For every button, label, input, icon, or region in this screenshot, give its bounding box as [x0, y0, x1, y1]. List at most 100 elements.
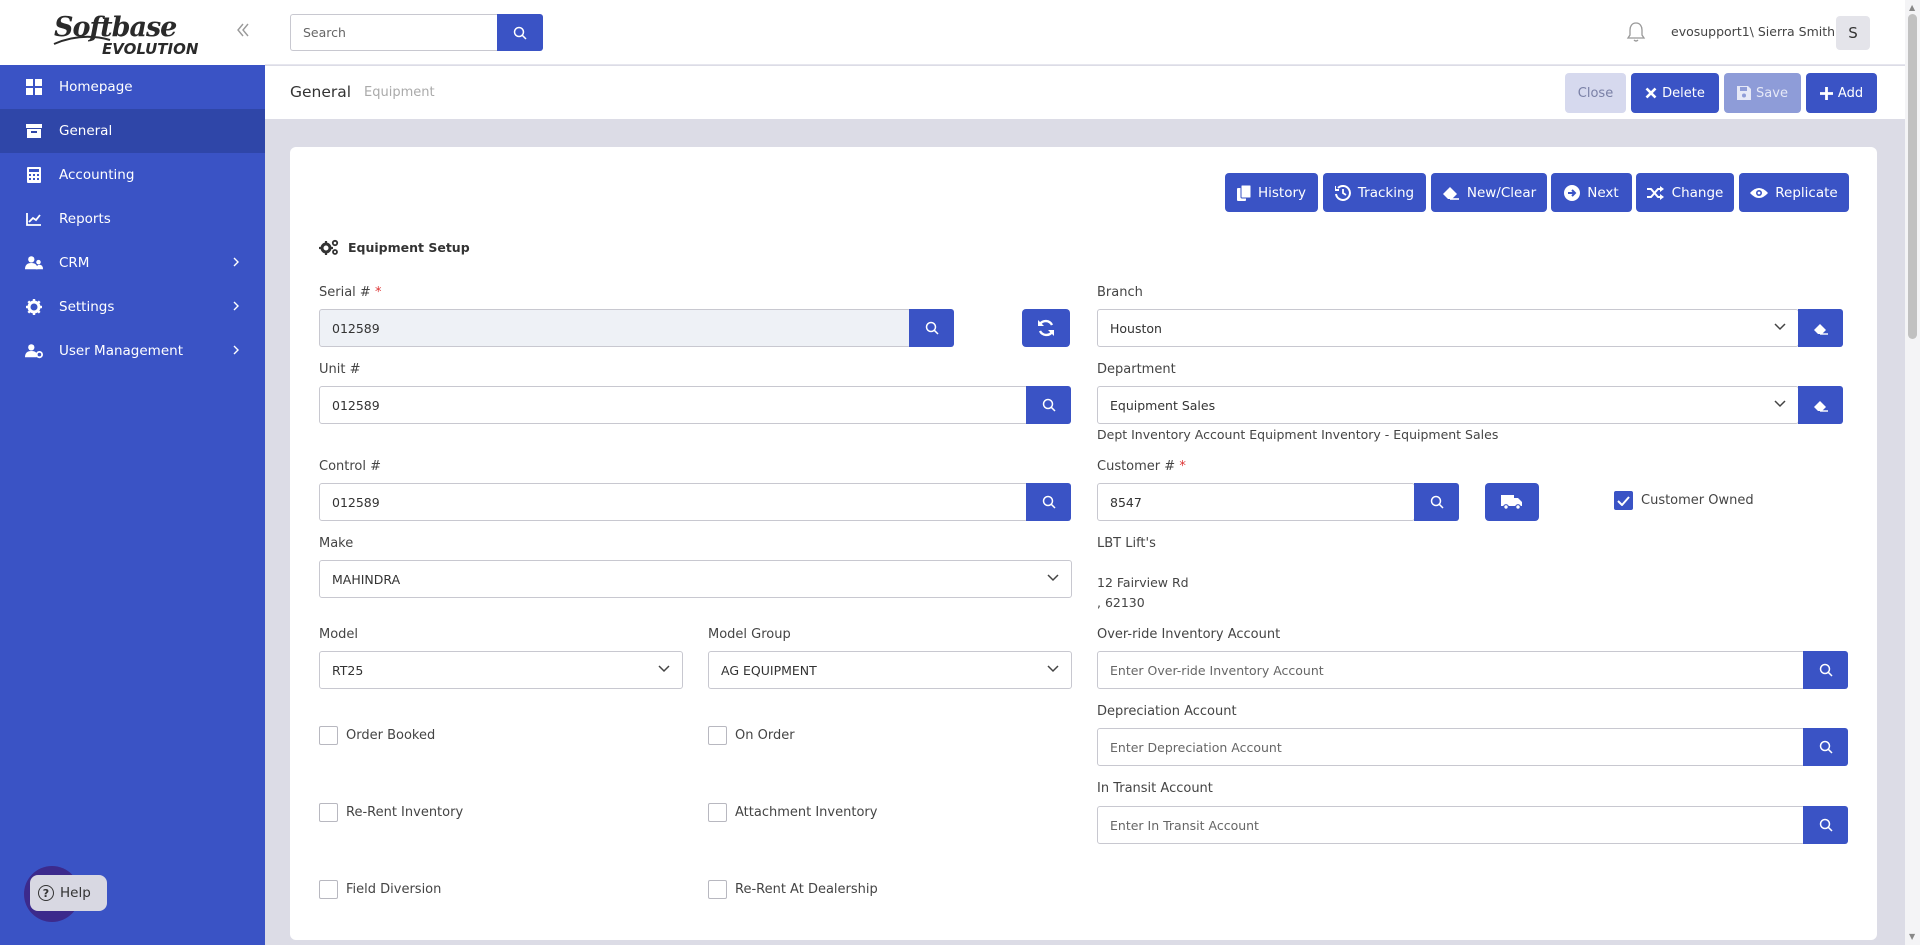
transit-input[interactable]: [1110, 807, 1804, 843]
help-label: Help: [60, 885, 91, 901]
customer-search-button[interactable]: [1414, 483, 1459, 521]
vertical-scrollbar[interactable]: ▲ ▼: [1905, 0, 1920, 945]
floppy-icon: [1737, 86, 1752, 100]
checkbox-box[interactable]: [708, 880, 727, 899]
on-order-checkbox[interactable]: On Order: [708, 726, 795, 745]
sidebar-nav: Homepage General Accounting Reports CRM: [0, 65, 265, 373]
unit-field[interactable]: 012589: [319, 386, 1028, 424]
sidebar-item-reports[interactable]: Reports: [0, 197, 265, 241]
field-diversion-checkbox[interactable]: Field Diversion: [319, 880, 441, 899]
scroll-down-icon[interactable]: ▼: [1909, 932, 1915, 941]
override-field[interactable]: [1097, 651, 1805, 689]
order-booked-checkbox[interactable]: Order Booked: [319, 726, 435, 745]
close-button[interactable]: Close: [1565, 73, 1626, 113]
new-clear-button[interactable]: New/Clear: [1431, 173, 1547, 212]
replicate-button[interactable]: Replicate: [1739, 173, 1849, 212]
customer-address-line2: , 62130: [1097, 595, 1145, 610]
depreciation-search-button[interactable]: [1803, 728, 1848, 766]
change-button[interactable]: Change: [1636, 173, 1734, 212]
shuffle-icon: [1646, 185, 1665, 200]
checkbox-box[interactable]: [319, 880, 338, 899]
checkbox-box[interactable]: [319, 726, 338, 745]
breadcrumb-page: Equipment: [364, 85, 435, 100]
attachment-inventory-label: Attachment Inventory: [735, 805, 878, 820]
logo-text-evolution: EVOLUTION: [102, 40, 199, 58]
customer-name: LBT Lift's: [1097, 536, 1156, 551]
dept-inventory-text: Dept Inventory Account Equipment Invento…: [1097, 427, 1499, 442]
depreciation-input[interactable]: [1110, 729, 1804, 765]
scroll-up-icon[interactable]: ▲: [1909, 3, 1915, 12]
delete-button[interactable]: Delete: [1631, 73, 1719, 113]
username[interactable]: evosupport1\ Sierra Smith: [1671, 24, 1835, 39]
sidebar-item-label: Reports: [59, 211, 111, 227]
chevron-down-icon: [658, 665, 670, 673]
sidebar-item-user-management[interactable]: User Management: [0, 329, 265, 373]
branch-clear-button[interactable]: [1798, 309, 1843, 347]
history-button[interactable]: History: [1225, 173, 1318, 212]
transit-field[interactable]: [1097, 806, 1805, 844]
serial-field[interactable]: 012589: [319, 309, 911, 347]
re-rent-dealership-checkbox[interactable]: Re-Rent At Dealership: [708, 880, 878, 899]
search-icon: [1042, 495, 1056, 509]
sidebar-item-accounting[interactable]: Accounting: [0, 153, 265, 197]
override-search-button[interactable]: [1803, 651, 1848, 689]
help-button[interactable]: ? Help: [30, 875, 107, 911]
customer-field[interactable]: 8547: [1097, 483, 1415, 521]
next-button[interactable]: Next: [1551, 173, 1632, 212]
override-input[interactable]: [1110, 652, 1804, 688]
next-label: Next: [1587, 184, 1619, 201]
grid-icon: [25, 78, 43, 96]
chevron-right-icon: [233, 345, 239, 355]
attachment-inventory-checkbox[interactable]: Attachment Inventory: [708, 803, 877, 822]
gear-icon: [25, 298, 43, 316]
search-icon: [1819, 818, 1833, 832]
breadcrumb-section[interactable]: General: [290, 83, 351, 101]
bell-icon[interactable]: [1626, 21, 1646, 47]
department-select[interactable]: Equipment Sales: [1097, 386, 1799, 424]
checkbox-box[interactable]: [708, 726, 727, 745]
checkbox-box[interactable]: [1614, 491, 1633, 510]
chevron-down-icon: [1774, 323, 1786, 331]
collapse-sidebar-icon[interactable]: [236, 22, 256, 42]
search-icon: [513, 26, 527, 40]
make-label: Make: [319, 536, 354, 551]
depreciation-field[interactable]: [1097, 728, 1805, 766]
branch-select[interactable]: Houston: [1097, 309, 1799, 347]
unit-search-button[interactable]: [1026, 386, 1071, 424]
serial-search-button[interactable]: [909, 309, 954, 347]
unit-label: Unit #: [319, 362, 361, 377]
make-select[interactable]: MAHINDRA: [319, 560, 1072, 598]
search-button[interactable]: [497, 14, 543, 51]
sidebar-item-homepage[interactable]: Homepage: [0, 65, 265, 109]
re-rent-inventory-checkbox[interactable]: Re-Rent Inventory: [319, 803, 463, 822]
refresh-button[interactable]: [1022, 309, 1070, 347]
control-label: Control #: [319, 459, 382, 474]
shipping-button[interactable]: [1485, 483, 1539, 521]
softbase-logo[interactable]: Softbase EVOLUTION: [52, 12, 202, 58]
sidebar-item-label: Homepage: [59, 79, 133, 95]
required-marker: *: [374, 285, 382, 300]
logo-area: Softbase EVOLUTION: [0, 0, 265, 65]
scroll-thumb[interactable]: [1908, 14, 1917, 339]
checkbox-box[interactable]: [319, 803, 338, 822]
sidebar-item-general[interactable]: General: [0, 109, 265, 153]
department-clear-button[interactable]: [1798, 386, 1843, 424]
search-icon: [1819, 663, 1833, 677]
sidebar-item-settings[interactable]: Settings: [0, 285, 265, 329]
re-rent-inventory-label: Re-Rent Inventory: [346, 805, 464, 820]
tracking-button[interactable]: Tracking: [1323, 173, 1426, 212]
search-icon: [1042, 398, 1056, 412]
customer-owned-checkbox[interactable]: Customer Owned: [1614, 491, 1754, 510]
checkbox-box[interactable]: [708, 803, 727, 822]
control-search-button[interactable]: [1026, 483, 1071, 521]
control-field[interactable]: 012589: [319, 483, 1028, 521]
logo-text-softbase: Softbase: [54, 12, 177, 43]
transit-search-button[interactable]: [1803, 806, 1848, 844]
search-input[interactable]: [290, 14, 498, 51]
sidebar-item-crm[interactable]: CRM: [0, 241, 265, 285]
add-button[interactable]: Add: [1806, 73, 1877, 113]
save-button[interactable]: Save: [1724, 73, 1801, 113]
model-group-select[interactable]: AG EQUIPMENT: [708, 651, 1072, 689]
avatar[interactable]: S: [1836, 16, 1870, 50]
model-select[interactable]: RT25: [319, 651, 683, 689]
